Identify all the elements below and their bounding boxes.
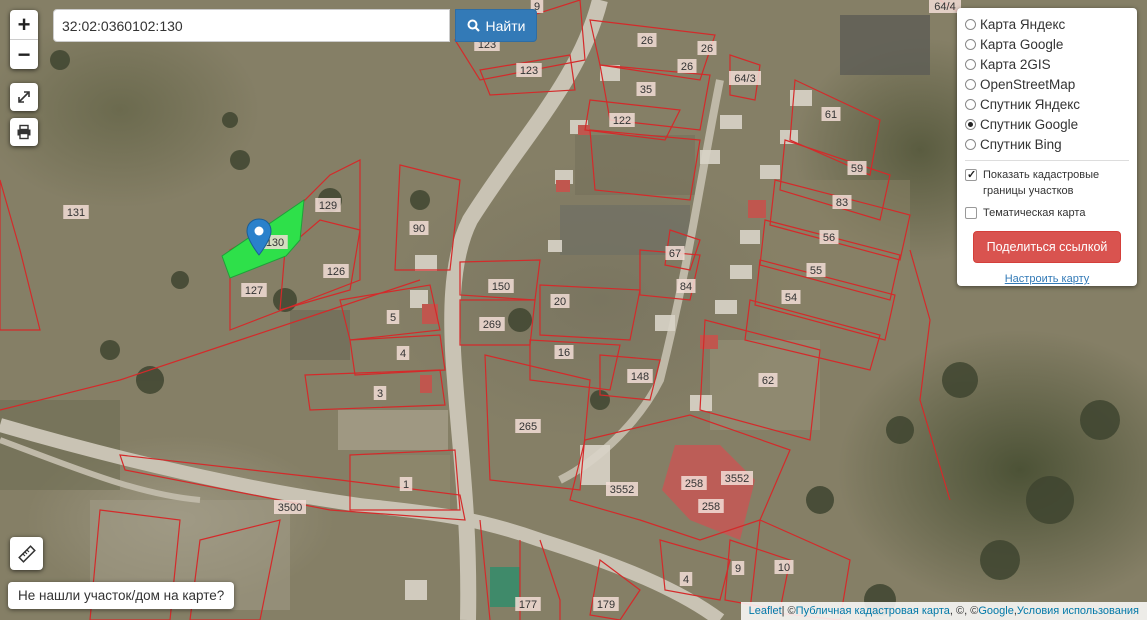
attribution-sep: | ©: [781, 605, 796, 617]
satellite-map[interactable]: 9 26 26 26 64/4 123 123 35 64/3 122 61 59 83 56 55 54 62…: [0, 0, 1147, 620]
basemap-option-label: Карта Яндекс: [980, 16, 1066, 32]
layers-panel: Карта Яндекс Карта Google Карта 2GIS OpenSt…: [957, 8, 1137, 286]
print-button[interactable]: [10, 118, 38, 146]
parcel-number[interactable]: 258: [685, 478, 703, 490]
basemap-option[interactable]: Спутник Bing: [965, 134, 1129, 154]
basemap-option[interactable]: Спутник Яндекс: [965, 94, 1129, 114]
parcel-number[interactable]: 10: [778, 562, 790, 574]
parcel-number[interactable]: 179: [597, 599, 615, 611]
cadastral-map-link[interactable]: Публичная кадастровая карта: [796, 605, 950, 617]
zoom-in-button[interactable]: +: [10, 10, 38, 39]
basemap-radio[interactable]: [965, 58, 976, 70]
show-cadastral-toggle[interactable]: Показать кадастровые границы участков: [965, 167, 1129, 199]
basemap-option-label: Спутник Bing: [980, 136, 1062, 152]
leaflet-link[interactable]: Leaflet: [749, 605, 782, 617]
basemap-option[interactable]: Спутник Google: [965, 114, 1129, 134]
parcel-number[interactable]: 5: [390, 312, 396, 324]
parcel-number[interactable]: 122: [613, 115, 631, 127]
parcel-number[interactable]: 177: [519, 599, 537, 611]
printer-icon: [17, 124, 31, 140]
parcel-number[interactable]: 123: [520, 65, 538, 77]
parcel-number[interactable]: 26: [681, 61, 693, 73]
parcel-number[interactable]: 64/4: [934, 1, 955, 13]
parcel-number[interactable]: 61: [825, 109, 837, 121]
location-marker-icon[interactable]: [246, 218, 272, 256]
parcel-number[interactable]: 3552: [610, 484, 634, 496]
parcel-number[interactable]: 62: [762, 375, 774, 387]
parcel-number[interactable]: 3552: [725, 473, 749, 485]
parcel-number[interactable]: 59: [851, 163, 863, 175]
basemap-option[interactable]: Карта Google: [965, 34, 1129, 54]
parcel-number[interactable]: 16: [558, 347, 570, 359]
show-cadastral-checkbox[interactable]: [965, 167, 977, 183]
basemap-option-label: Карта Google: [980, 36, 1064, 52]
basemap-option[interactable]: OpenStreetMap: [965, 74, 1129, 94]
parcel-number[interactable]: 258: [702, 501, 720, 513]
basemap-radio[interactable]: [965, 98, 976, 110]
basemap-radio[interactable]: [965, 78, 976, 90]
configure-map-link[interactable]: Настроить карту: [965, 273, 1129, 285]
parcel-number[interactable]: 4: [683, 574, 689, 586]
zoom-out-button[interactable]: −: [10, 39, 38, 69]
basemap-option-label: Карта 2GIS: [980, 56, 1051, 72]
not-found-button[interactable]: Не нашли участок/дом на карте?: [8, 582, 235, 609]
parcel-number[interactable]: 54: [785, 292, 797, 304]
parcel-number[interactable]: 129: [319, 200, 337, 212]
basemap-option-label: Спутник Google: [980, 116, 1079, 132]
parcel-number[interactable]: 56: [823, 232, 835, 244]
fullscreen-icon: [18, 91, 30, 103]
share-link-button[interactable]: Поделиться ссылкой: [973, 231, 1121, 263]
parcel-number[interactable]: 127: [245, 285, 263, 297]
parcel-number[interactable]: 269: [483, 319, 501, 331]
parcel-number[interactable]: 4: [400, 348, 406, 360]
parcel-number[interactable]: 83: [836, 197, 848, 209]
find-button-label: Найти: [485, 17, 526, 34]
measure-button[interactable]: [10, 537, 43, 570]
parcel-number[interactable]: 150: [492, 281, 510, 293]
map-attribution: Leaflet | © Публичная кадастровая карта …: [740, 602, 1147, 620]
parcel-number[interactable]: 55: [810, 265, 822, 277]
fullscreen-button[interactable]: [10, 83, 38, 111]
parcel-number[interactable]: 67: [669, 248, 681, 260]
basemap-radio[interactable]: [965, 38, 976, 50]
thematic-map-toggle[interactable]: Тематическая карта: [965, 205, 1129, 221]
parcel-number[interactable]: 26: [701, 43, 713, 55]
basemap-option-label: Спутник Яндекс: [980, 96, 1081, 112]
ruler-icon: [17, 544, 36, 563]
parcel-number[interactable]: 35: [640, 84, 652, 96]
basemap-option-label: OpenStreetMap: [980, 76, 1076, 92]
parcel-number[interactable]: 1: [403, 479, 409, 491]
basemap-radio[interactable]: [965, 118, 976, 130]
basemap-option[interactable]: Карта 2GIS: [965, 54, 1129, 74]
thematic-map-checkbox[interactable]: [965, 207, 977, 219]
parcel-number[interactable]: 148: [631, 371, 649, 383]
find-button[interactable]: Найти: [455, 9, 537, 42]
parcel-number[interactable]: 90: [413, 223, 425, 235]
basemap-option[interactable]: Карта Яндекс: [965, 14, 1129, 34]
basemap-radio[interactable]: [965, 18, 976, 30]
zoom-control: + −: [10, 10, 38, 69]
parcel-number[interactable]: 3500: [278, 502, 302, 514]
parcel-number[interactable]: 64/3: [734, 73, 755, 85]
parcel-number[interactable]: 265: [519, 421, 537, 433]
parcel-number[interactable]: 20: [554, 296, 566, 308]
cadastral-search-input[interactable]: [53, 9, 450, 42]
basemap-radio[interactable]: [965, 138, 976, 150]
parcel-number[interactable]: 126: [327, 266, 345, 278]
terms-link[interactable]: Условия использования: [1017, 605, 1139, 617]
parcel-number[interactable]: 131: [67, 207, 85, 219]
thematic-map-label: Тематическая карта: [983, 207, 1086, 219]
parcel-number[interactable]: 9: [735, 563, 741, 575]
search-icon: [467, 19, 480, 32]
google-link[interactable]: Google: [978, 605, 1013, 617]
parcel-number[interactable]: 84: [680, 281, 692, 293]
parcel-number[interactable]: 3: [377, 388, 383, 400]
basemap-options: Карта Яндекс Карта Google Карта 2GIS OpenSt…: [965, 14, 1129, 154]
divider: [965, 160, 1129, 161]
parcel-number[interactable]: 26: [641, 35, 653, 47]
attribution-sep: , ©, ©: [949, 605, 979, 617]
show-cadastral-label: Показать кадастровые границы участков: [983, 169, 1100, 197]
